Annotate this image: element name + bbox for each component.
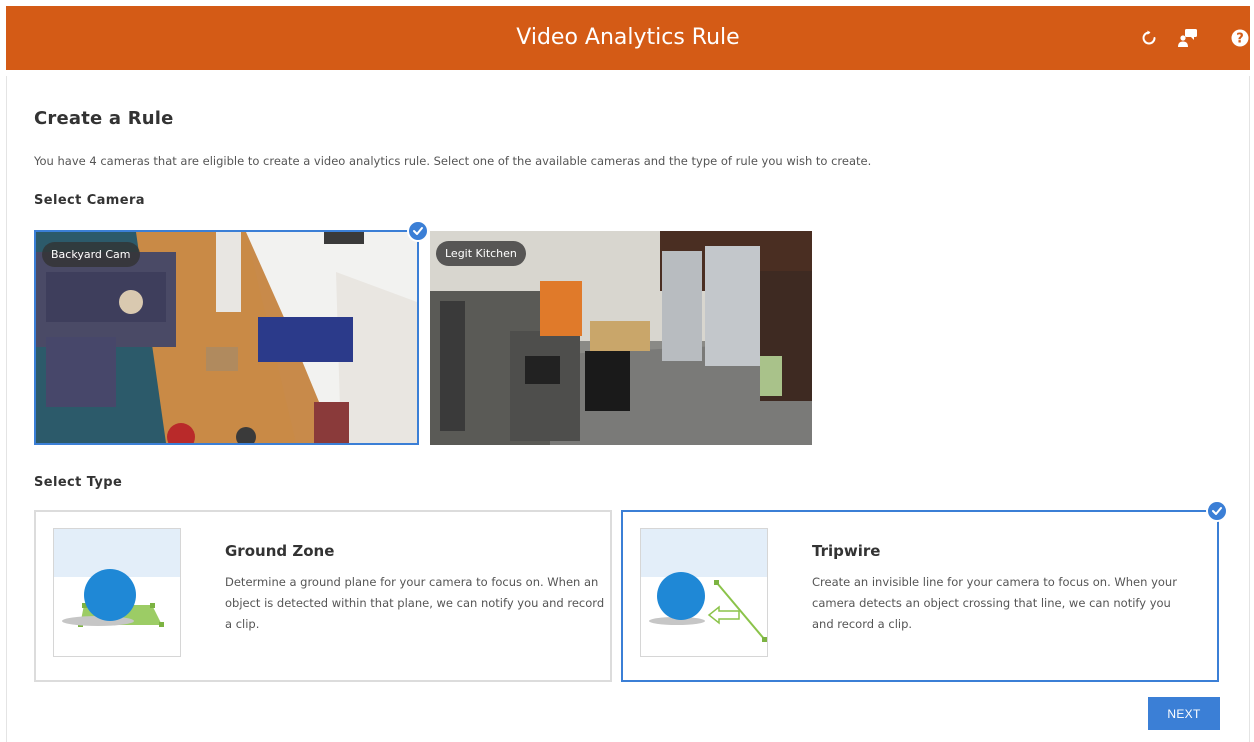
ground-zone-illustration <box>53 528 181 657</box>
select-camera-label: Select Camera <box>34 193 145 208</box>
next-button[interactable]: NEXT <box>1148 697 1220 730</box>
camera-card-backyard[interactable]: Backyard Cam <box>34 230 419 445</box>
ground-zone-title: Ground Zone <box>225 542 335 560</box>
camera-label-backyard: Backyard Cam <box>42 242 140 267</box>
page-title: Create a Rule <box>34 108 174 129</box>
help-icon[interactable]: ? <box>1228 26 1252 50</box>
intro-text: You have 4 cameras that are eligible to … <box>34 154 872 168</box>
type-card-tripwire[interactable]: Tripwire Create an invisible line for yo… <box>621 510 1219 682</box>
app-header: Video Analytics Rule ? <box>6 6 1250 70</box>
refresh-icon[interactable] <box>1137 26 1161 50</box>
camera-card-kitchen[interactable]: Legit Kitchen <box>430 231 812 445</box>
select-type-label: Select Type <box>34 475 123 490</box>
page-header-title: Video Analytics Rule <box>516 25 740 50</box>
chat-icon[interactable] <box>1176 26 1200 50</box>
camera-label-kitchen: Legit Kitchen <box>436 241 526 266</box>
selected-check-icon <box>407 220 429 242</box>
tripwire-illustration <box>640 528 768 657</box>
svg-text:?: ? <box>1236 32 1244 47</box>
selected-check-icon <box>1206 500 1228 522</box>
type-card-ground-zone[interactable]: Ground Zone Determine a ground plane for… <box>34 510 612 682</box>
ground-zone-description: Determine a ground plane for your camera… <box>225 575 605 631</box>
tripwire-description: Create an invisible line for your camera… <box>812 575 1177 631</box>
tripwire-title: Tripwire <box>812 542 881 560</box>
